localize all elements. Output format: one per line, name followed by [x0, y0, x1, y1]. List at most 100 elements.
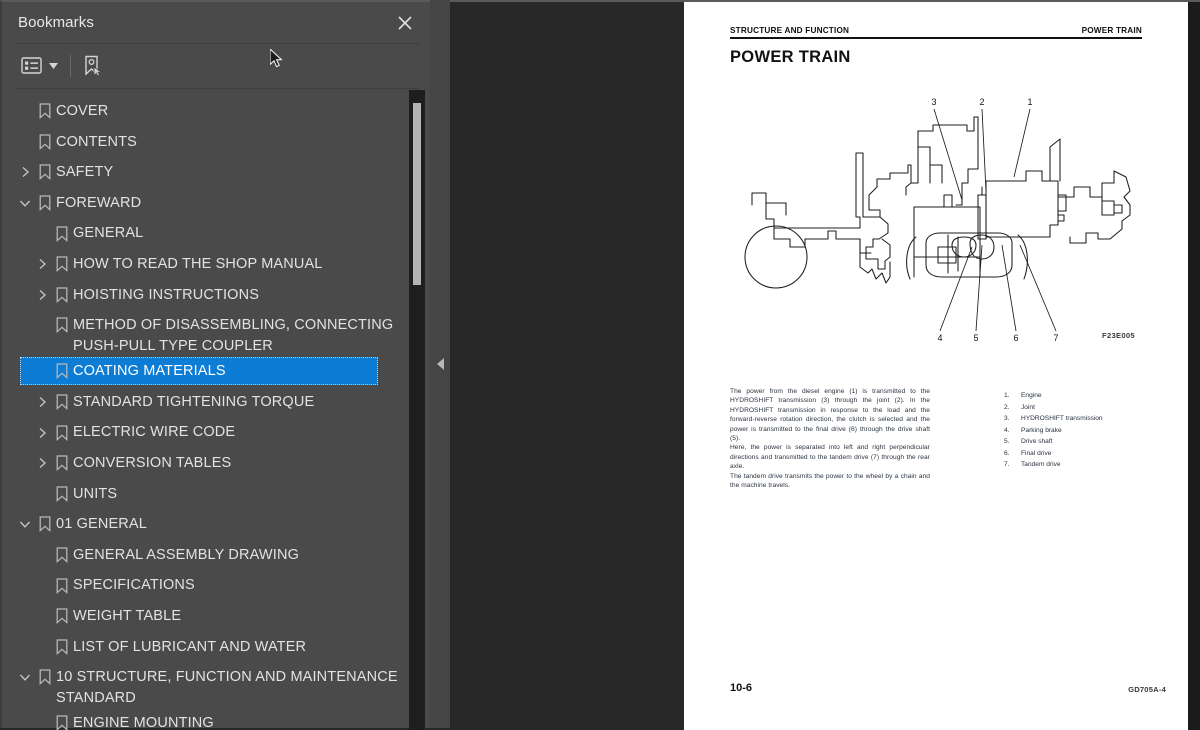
- bookmark-icon: [51, 632, 73, 663]
- chevron-right-icon[interactable]: [33, 249, 51, 280]
- svg-text:2: 2: [979, 97, 984, 107]
- bookmark-label: HOW TO READ THE SHOP MANUAL: [73, 255, 323, 272]
- bookmarks-panel: Bookmarks COVER CONTENTS SAFETY FOREWARD…: [0, 0, 430, 730]
- new-bookmark-icon[interactable]: [80, 52, 106, 80]
- close-icon[interactable]: [394, 12, 416, 34]
- legend-row: 5. Drive shaft: [1004, 436, 1174, 448]
- bookmark-label: COVER: [56, 103, 109, 119]
- bookmark-label: COATING MATERIALS: [73, 363, 226, 380]
- twisty-placeholder: [33, 310, 51, 341]
- page-right-shadow: [1188, 2, 1200, 730]
- chevron-down-icon[interactable]: [16, 662, 34, 693]
- document-viewer: STRUCTURE AND FUNCTION POWER TRAIN POWER…: [450, 0, 1200, 730]
- bookmark-item[interactable]: 10 STRUCTURE, FUNCTION AND MAINTENANCE S…: [2, 662, 411, 708]
- legend-number: 4.: [1004, 426, 1010, 434]
- twisty-placeholder: [33, 570, 51, 601]
- running-head-left: STRUCTURE AND FUNCTION: [730, 26, 850, 35]
- figure-id: F23E005: [1102, 331, 1135, 340]
- bookmark-item[interactable]: COATING MATERIALS: [2, 356, 411, 387]
- bookmark-item[interactable]: CONTENTS: [2, 127, 411, 158]
- bookmark-icon: [34, 157, 56, 188]
- bookmark-label: SAFETY: [56, 164, 114, 181]
- bookmark-item[interactable]: STANDARD TIGHTENING TORQUE: [2, 387, 411, 418]
- bookmark-label: 01 GENERAL: [56, 516, 147, 533]
- legend-number: 5.: [1004, 438, 1010, 445]
- chevron-down-icon[interactable]: [45, 52, 61, 80]
- bookmark-item[interactable]: ENGINE MOUNTING: [2, 708, 411, 730]
- chevron-right-icon[interactable]: [33, 387, 51, 418]
- legend-text: Parking brake: [1021, 426, 1062, 434]
- bookmark-icon: [34, 96, 56, 127]
- toolbar-divider-bottom: [16, 88, 420, 89]
- bookmark-icon: [34, 188, 56, 219]
- bookmark-label: 10 STRUCTURE, FUNCTION AND MAINTENANCE S…: [56, 669, 398, 706]
- legend-number: 2.: [1004, 403, 1010, 411]
- page-number: 10-6: [730, 682, 753, 694]
- legend-text: Final drive: [1021, 449, 1052, 457]
- legend-text: Drive shaft: [1021, 438, 1053, 445]
- bookmark-label: UNITS: [73, 485, 118, 502]
- twisty-placeholder: [16, 127, 34, 158]
- chevron-right-icon[interactable]: [33, 280, 51, 311]
- legend-number: 1.: [1004, 392, 1010, 399]
- bookmark-tree[interactable]: COVER CONTENTS SAFETY FOREWARD GENERAL HOW TO…: [2, 90, 411, 730]
- bookmark-label: CONTENTS: [56, 133, 137, 150]
- bookmark-scrollbar-thumb[interactable]: [413, 103, 421, 285]
- list-options-icon[interactable]: [18, 52, 45, 80]
- bookmark-item[interactable]: SPECIFICATIONS: [2, 570, 411, 601]
- svg-text:7: 7: [1053, 333, 1058, 343]
- bookmark-label: STANDARD TIGHTENING TORQUE: [73, 393, 315, 410]
- bookmark-item[interactable]: CONVERSION TABLES: [2, 448, 411, 479]
- legend-text: Tandem drive: [1021, 461, 1061, 468]
- bookmark-item[interactable]: 01 GENERAL: [2, 509, 411, 540]
- bookmark-label: METHOD OF DISASSEMBLING, CONNECTING PUSH…: [73, 317, 394, 354]
- chevron-down-icon[interactable]: [16, 509, 34, 540]
- legend-row: 6. Final drive: [1004, 448, 1174, 460]
- page-running-head: STRUCTURE AND FUNCTION POWER TRAIN: [730, 26, 1142, 35]
- legend-row: 2. Joint: [1004, 402, 1174, 414]
- collapse-left-triangle-icon[interactable]: [434, 353, 446, 375]
- bookmark-icon: [51, 417, 73, 448]
- bookmark-label: SPECIFICATIONS: [73, 577, 195, 594]
- legend-row: 7. Tandem drive: [1004, 459, 1174, 471]
- legend-text: Engine: [1021, 392, 1042, 399]
- bookmark-item[interactable]: ELECTRIC WIRE CODE: [2, 417, 411, 448]
- bookmark-label: ELECTRIC WIRE CODE: [73, 424, 236, 441]
- bookmark-item[interactable]: GENERAL ASSEMBLY DRAWING: [2, 540, 411, 571]
- bookmark-item[interactable]: COVER: [2, 96, 411, 127]
- chevron-right-icon[interactable]: [16, 157, 34, 188]
- bookmark-item[interactable]: LIST OF LUBRICANT AND WATER: [2, 632, 411, 663]
- bookmark-label: LIST OF LUBRICANT AND WATER: [73, 638, 307, 655]
- bookmark-scrollbar[interactable]: [409, 90, 425, 730]
- bookmark-icon: [51, 387, 73, 418]
- body-paragraph: Here, the power is separated into left a…: [730, 444, 930, 471]
- bookmark-icon: [51, 218, 73, 249]
- bookmark-item[interactable]: SAFETY: [2, 157, 411, 188]
- panel-title: Bookmarks: [18, 14, 94, 31]
- toolbar-divider: [70, 54, 71, 77]
- legend-row: 1. Engine: [1004, 390, 1174, 402]
- bookmark-item[interactable]: UNITS: [2, 479, 411, 510]
- legend-text: HYDROSHIFT transmission: [1021, 415, 1103, 422]
- chevron-down-icon[interactable]: [16, 188, 34, 219]
- document-body-text: The power from the diesel engine (1) is …: [730, 387, 930, 490]
- bookmark-label: FOREWARD: [56, 194, 142, 211]
- bookmark-item[interactable]: METHOD OF DISASSEMBLING, CONNECTING PUSH…: [2, 310, 411, 356]
- bookmark-icon: [51, 601, 73, 632]
- bookmark-item[interactable]: HOISTING INSTRUCTIONS: [2, 280, 411, 311]
- chevron-right-icon[interactable]: [33, 417, 51, 448]
- twisty-placeholder: [16, 96, 34, 127]
- bookmark-item[interactable]: WEIGHT TABLE: [2, 601, 411, 632]
- bookmark-icon: [51, 570, 73, 601]
- bookmark-icon: [34, 509, 56, 540]
- legend-number: 3.: [1004, 415, 1010, 422]
- bookmark-icon: [34, 662, 56, 693]
- twisty-placeholder: [33, 632, 51, 663]
- model-code: GD705A-4: [1128, 685, 1166, 694]
- legend-number: 6.: [1004, 449, 1010, 457]
- bookmark-item[interactable]: HOW TO READ THE SHOP MANUAL: [2, 249, 411, 280]
- svg-text:1: 1: [1027, 97, 1032, 107]
- chevron-right-icon[interactable]: [33, 448, 51, 479]
- bookmark-item[interactable]: FOREWARD: [2, 188, 411, 219]
- bookmark-item[interactable]: GENERAL: [2, 218, 411, 249]
